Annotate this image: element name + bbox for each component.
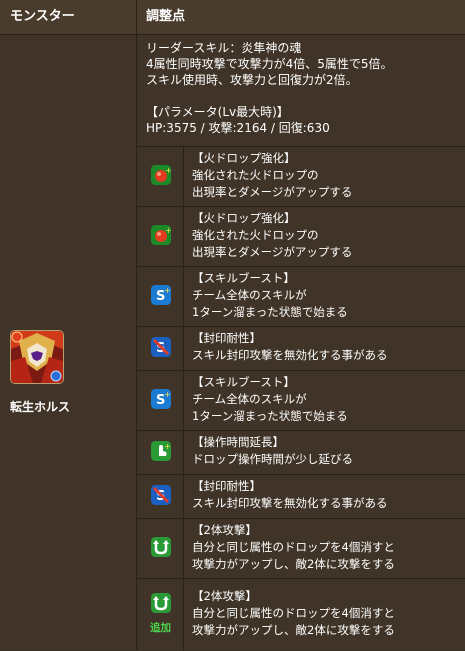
leader-line: 4属性同時攻撃で攻撃力が4倍、5属性で5倍。 [146,57,393,71]
awakening-title: 【2体攻撃】 [192,523,257,537]
leader-line: リーダースキル：炎隼神の魂 [146,41,302,55]
awakening-desc: 【スキルブースト】 チーム全体のスキルが 1ターン溜まった状態で始まる [192,270,348,321]
awakening-row: S + 【スキルブースト】 チーム全体のスキルが 1ターン溜まった状態で始まる [137,370,465,430]
awakening-desc: 【スキルブースト】 チーム全体のスキルが 1ターン溜まった状態で始まる [192,374,348,425]
svg-text:+: + [164,286,171,295]
awakening-desc: 【火ドロップ強化】 強化された火ドロップの 出現率とダメージがアップする [192,150,352,201]
header-adjust: 調整点 [146,9,186,24]
awakening-icon-cell [137,519,184,578]
awakening-icon-cell: 追加 [137,579,184,651]
added-label: 追加 [150,622,171,634]
awakening-icon-cell: S [137,327,184,370]
awakening-title: 【火ドロップ強化】 [192,211,296,225]
leader-line: 【パラメータ(Lv最大時)】 [146,105,289,119]
awakening-desc: 【2体攻撃】 自分と同じ属性のドロップを4個消すと 攻撃力がアップし、敵2体に攻… [192,522,395,573]
skill-boost-icon: S+ [151,285,171,305]
awakening-desc: 【操作時間延長】 ドロップ操作時間が少し延びる [192,434,353,468]
awakening-title: 【2体攻撃】 [192,589,257,603]
awakening-line: 1ターン溜まった状態で始まる [192,409,348,423]
awakening-row: S + 【スキルブースト】 チーム全体のスキルが 1ターン溜まった状態で始まる [137,266,465,326]
two-pronged-attack-icon [151,537,171,557]
awakening-title: 【火ドロップ強化】 [192,151,296,165]
awakening-line: スキル封印攻撃を無効化する事がある [192,348,388,362]
awakening-line: ドロップ操作時間が少し延びる [192,452,353,466]
awakening-line: 出現率とダメージがアップする [192,245,353,259]
awakening-line: 1ターン溜まった状態で始まる [192,305,348,319]
awakening-title: 【封印耐性】 [192,331,261,345]
leader-line: HP:3575 / 攻撃:2164 / 回復:630 [146,121,330,135]
header-divider [136,0,137,34]
svg-text:+: + [164,442,171,451]
awakening-row: + 【火ドロップ強化】 強化された火ドロップの 出現率とダメージがアップする [137,206,465,266]
bind-resist-icon: S [151,337,171,357]
skill-boost-icon: S+ [151,389,171,409]
awakening-desc: 【2体攻撃】 自分と同じ属性のドロップを4個消すと 攻撃力がアップし、敵2体に攻… [192,588,395,639]
awakening-line: スキル封印攻撃を無効化する事がある [192,496,388,510]
awakening-desc: 【封印耐性】 スキル封印攻撃を無効化する事がある [192,478,388,512]
leader-line: スキル使用時、攻撃力と回復力が2倍。 [146,73,358,87]
fire-drop-enhance-icon: + [151,165,171,185]
awakening-row: S 【封印耐性】 スキル封印攻撃を無効化する事がある [137,474,465,518]
svg-text:+: + [164,390,171,399]
awakening-icon-cell: + [137,207,184,266]
awakening-adjust-table: モンスター 調整点 転生ホルス リーダースキル：炎隼神の魂 4属性同時攻撃で攻撃… [0,0,465,651]
awakening-line: 強化された火ドロップの [192,168,319,182]
awakening-icon-cell: + [137,147,184,206]
awakening-title: 【スキルブースト】 [192,271,295,285]
awakening-line: チーム全体のスキルが [192,392,307,406]
awakening-row: + 【火ドロップ強化】 強化された火ドロップの 出現率とダメージがアップする [137,146,465,206]
awakening-icon-cell: S [137,475,184,518]
svg-text:+: + [165,166,171,175]
header-monster: モンスター [10,9,75,24]
awakening-line: チーム全体のスキルが [192,288,307,302]
awakening-icon-cell: + [137,431,184,474]
awakening-title: 【封印耐性】 [192,479,261,493]
awakening-title: 【スキルブースト】 [192,375,295,389]
monster-portrait[interactable] [10,330,64,384]
monster-cell: 転生ホルス [0,35,137,650]
awakening-row: + 【操作時間延長】 ドロップ操作時間が少し延びる [137,430,465,474]
leader-skill-block: リーダースキル：炎隼神の魂 4属性同時攻撃で攻撃力が4倍、5属性で5倍。 スキル… [146,40,456,136]
awakening-row: 追加 【2体攻撃】 自分と同じ属性のドロップを4個消すと 攻撃力がアップし、敵2… [137,578,465,651]
svg-text:+: + [165,226,171,235]
awakening-line: 自分と同じ属性のドロップを4個消すと [192,540,395,554]
horus-portrait-icon [11,331,63,383]
two-pronged-attack-icon [151,593,171,613]
time-extend-icon: + [151,441,171,461]
awakening-row: S 【封印耐性】 スキル封印攻撃を無効化する事がある [137,326,465,370]
awakening-line: 強化された火ドロップの [192,228,319,242]
awakening-line: 攻撃力がアップし、敵2体に攻撃をする [192,557,395,571]
awakening-desc: 【火ドロップ強化】 強化された火ドロップの 出現率とダメージがアップする [192,210,352,261]
awakening-desc: 【封印耐性】 スキル封印攻撃を無効化する事がある [192,330,388,364]
awakening-row: 【2体攻撃】 自分と同じ属性のドロップを4個消すと 攻撃力がアップし、敵2体に攻… [137,518,465,578]
bind-resist-icon: S [151,485,171,505]
fire-drop-enhance-icon: + [151,225,171,245]
awakening-line: 自分と同じ属性のドロップを4個消すと [192,606,395,620]
awakening-line: 攻撃力がアップし、敵2体に攻撃をする [192,623,395,637]
awakening-line: 出現率とダメージがアップする [192,185,353,199]
awakening-icon-cell: S + [137,371,184,430]
table-header: モンスター 調整点 [0,0,465,35]
leader-line [146,88,456,104]
monster-name[interactable]: 転生ホルス [10,398,70,415]
awakening-title: 【操作時間延長】 [192,435,284,449]
awakening-icon-cell: S + [137,267,184,326]
